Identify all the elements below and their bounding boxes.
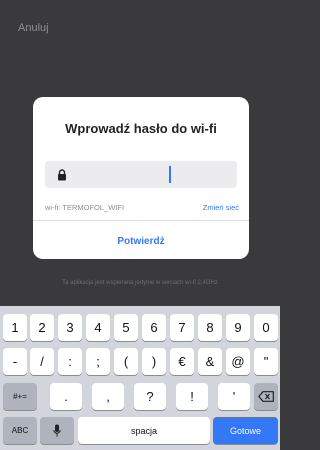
key-close-paren[interactable]: ) bbox=[142, 348, 166, 375]
key-exclamation[interactable]: ! bbox=[176, 383, 208, 410]
key-3[interactable]: 3 bbox=[58, 314, 82, 341]
key-0[interactable]: 0 bbox=[254, 314, 278, 341]
key-7[interactable]: 7 bbox=[170, 314, 194, 341]
key-8[interactable]: 8 bbox=[198, 314, 222, 341]
key-hyphen[interactable]: - bbox=[3, 348, 27, 375]
keyboard: 1 2 3 4 5 6 7 8 9 0 - / : ; ( ) € & @ " … bbox=[0, 306, 280, 450]
space-key[interactable]: spacja bbox=[78, 417, 210, 444]
wifi-password-dialog: Wprowadź hasło do wi-fi wi-fi: TERMOFOL_… bbox=[33, 97, 249, 259]
key-4[interactable]: 4 bbox=[86, 314, 110, 341]
key-period[interactable]: . bbox=[50, 383, 82, 410]
dictation-key[interactable] bbox=[40, 417, 74, 444]
key-question[interactable]: ? bbox=[134, 383, 166, 410]
cancel-button[interactable]: Anuluj bbox=[18, 22, 49, 34]
key-semicolon[interactable]: ; bbox=[86, 348, 110, 375]
network-row: wi-fi: TERMOFOL_WIFI Zmień sieć bbox=[45, 203, 239, 212]
key-symbols-toggle[interactable]: #+= bbox=[3, 383, 37, 410]
key-2[interactable]: 2 bbox=[30, 314, 54, 341]
key-ampersand[interactable]: & bbox=[198, 348, 222, 375]
network-name: wi-fi: TERMOFOL_WIFI bbox=[45, 203, 125, 212]
lock-icon bbox=[58, 169, 66, 181]
key-6[interactable]: 6 bbox=[142, 314, 166, 341]
key-euro[interactable]: € bbox=[170, 348, 194, 375]
key-slash[interactable]: / bbox=[30, 348, 54, 375]
change-network-link[interactable]: Zmień sieć bbox=[203, 203, 239, 212]
backspace-key[interactable] bbox=[254, 383, 278, 410]
key-comma[interactable]: , bbox=[92, 383, 124, 410]
key-apostrophe[interactable]: ' bbox=[218, 383, 250, 410]
key-1[interactable]: 1 bbox=[3, 314, 27, 341]
key-open-paren[interactable]: ( bbox=[114, 348, 138, 375]
key-at[interactable]: @ bbox=[226, 348, 250, 375]
key-abc[interactable]: ABC bbox=[3, 417, 37, 444]
wifi-note: Ta aplikacja jest wspierana jedynie w si… bbox=[62, 280, 218, 286]
key-quote[interactable]: " bbox=[254, 348, 278, 375]
key-5[interactable]: 5 bbox=[114, 314, 138, 341]
text-cursor bbox=[169, 166, 171, 183]
dialog-divider bbox=[33, 220, 249, 221]
key-9[interactable]: 9 bbox=[226, 314, 250, 341]
done-key[interactable]: Gotowe bbox=[213, 417, 278, 444]
backspace-icon bbox=[258, 391, 274, 402]
confirm-button[interactable]: Potwierdź bbox=[33, 236, 249, 247]
microphone-icon bbox=[53, 424, 61, 437]
key-colon[interactable]: : bbox=[58, 348, 82, 375]
password-input[interactable] bbox=[45, 161, 237, 188]
dialog-title: Wprowadź hasło do wi-fi bbox=[65, 121, 217, 136]
